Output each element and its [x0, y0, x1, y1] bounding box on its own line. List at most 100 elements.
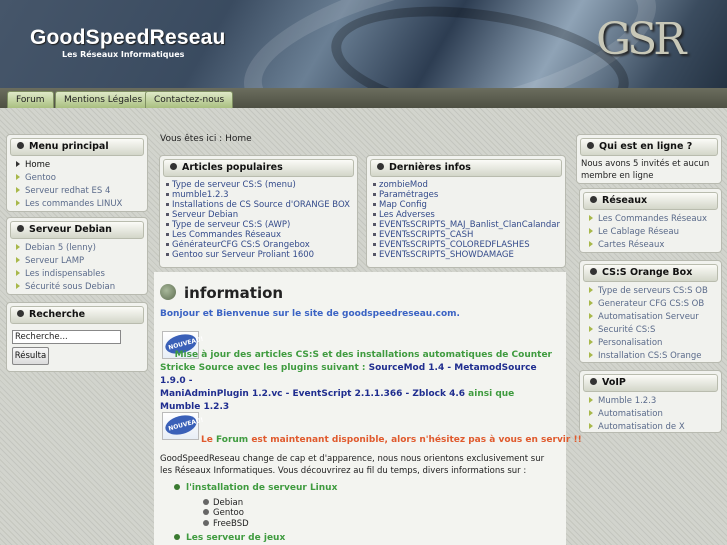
menu-item-debian-lenny[interactable]: Debian 5 (lenny) — [13, 242, 141, 255]
arrow-icon — [589, 410, 593, 416]
forum-announcement: Le Forum est maintenant disponible, alor… — [201, 435, 582, 445]
subheading-label: l'installation de serveur Linux — [186, 483, 338, 493]
module-title: Dernières infos — [389, 162, 471, 173]
os-label: FreeBSD — [213, 519, 249, 529]
module-header: Articles populaires — [163, 159, 354, 177]
article-link[interactable]: mumble1.2.3 — [165, 190, 352, 200]
news-link[interactable]: EVENTsSCRIPTS_SHOWDAMAGE — [372, 250, 560, 260]
welcome-text: Bonjour et Bienvenue sur le site de good… — [160, 309, 460, 319]
menu-item-redhat[interactable]: Serveur redhat ES 4 — [13, 185, 141, 198]
article-link-label: Type de serveur CS:S (menu) — [172, 180, 296, 190]
bullet-icon — [166, 242, 169, 246]
menu-item-cablage-reseau[interactable]: Le Cablage Réseau — [586, 226, 715, 239]
menu-item-label: Mumble 1.2.3 — [598, 396, 657, 406]
bullet-icon — [373, 212, 376, 216]
news-link[interactable]: EVENTsSCRIPTS_CASH — [372, 230, 560, 240]
menu-item-indispensables[interactable]: Les indispensables — [13, 268, 141, 281]
article-link-label: Gentoo sur Serveur Proliant 1600 — [172, 250, 315, 260]
article-link[interactable]: GénérateurCFG CS:S Orangebox — [165, 240, 352, 250]
menu-item-label: Securité CS:S — [598, 325, 656, 335]
module-title: CS:S Orange Box — [602, 267, 693, 278]
update-plugins-link[interactable]: ManiAdminPlugin 1.2.vc - EventScript 2.1… — [160, 389, 465, 399]
article-link[interactable]: Gentoo sur Serveur Proliant 1600 — [165, 250, 352, 260]
os-label: Debian — [213, 498, 244, 508]
menu-item-cartes-reseaux[interactable]: Cartes Réseaux — [586, 239, 715, 252]
menu-item-automatisation-x[interactable]: Automatisation de X — [586, 421, 715, 434]
menu-item-label: Home — [25, 160, 51, 170]
site-title[interactable]: GoodSpeedReseau — [30, 26, 226, 50]
menu-item-label: Automatisation Serveur — [598, 312, 699, 322]
menu-item-automatisation[interactable]: Automatisation — [586, 408, 715, 421]
arrow-icon — [589, 352, 593, 358]
article-link[interactable]: Les Commandes Réseaux — [165, 230, 352, 240]
green-ball-icon — [174, 534, 180, 540]
menu-item-label: Sécurité sous Debian — [25, 282, 116, 292]
menu-item-commandes-reseaux[interactable]: Les Commandes Réseaux — [586, 213, 715, 226]
subheading-linux-install[interactable]: l'installation de serveur Linux — [174, 483, 337, 493]
subheading-game-servers[interactable]: Les serveur de jeux — [174, 533, 285, 543]
bullet-icon — [590, 378, 597, 385]
nav-tab-mentions-legales[interactable]: Mentions Légales — [55, 91, 152, 108]
bullet-icon — [373, 252, 376, 256]
bullet-icon — [17, 225, 24, 232]
css-orange-box-module: CS:S Orange Box Type de serveurs CS:S OB… — [579, 260, 722, 363]
menu-item-personalisation[interactable]: Personalisation — [586, 337, 715, 350]
bullet-icon — [166, 192, 169, 196]
news-link[interactable]: Les Adverses — [372, 210, 560, 220]
menu-item-securite-css[interactable]: Securité CS:S — [586, 324, 715, 337]
nav-tab-forum[interactable]: Forum — [7, 91, 54, 108]
arrow-icon — [589, 300, 593, 306]
forum-link[interactable]: Forum — [216, 435, 248, 445]
module-header: Réseaux — [583, 192, 718, 210]
menu-item-generateur-cfg[interactable]: Generateur CFG CS:S OB — [586, 298, 715, 311]
menu-item-automatisation-serveur[interactable]: Automatisation Serveur — [586, 311, 715, 324]
arrow-icon — [589, 215, 593, 221]
bullet-icon — [170, 163, 177, 170]
bullet-icon — [373, 232, 376, 236]
article-link[interactable]: Serveur Debian — [165, 210, 352, 220]
menu-item-securite-debian[interactable]: Sécurité sous Debian — [13, 281, 141, 294]
bullet-icon — [166, 212, 169, 216]
info-ball-icon — [160, 284, 176, 300]
update-mumble-link[interactable]: Mumble 1.2.3 — [160, 402, 229, 412]
reseaux-module: Réseaux Les Commandes Réseaux Le Cablage… — [579, 188, 722, 253]
menu-item-label: Serveur LAMP — [25, 256, 85, 266]
menu-item-installation-css[interactable]: Installation CS:S Orange — [586, 350, 715, 363]
news-link[interactable]: EVENTsSCRIPTS_MAJ_Banlist_ClanCalandar — [372, 220, 560, 230]
article-link[interactable]: Installations de CS Source d'ORANGE BOX — [165, 200, 352, 210]
nav-tab-contact[interactable]: Contactez-nous — [145, 91, 234, 108]
bullet-icon — [373, 182, 376, 186]
menu-item-linux-commands[interactable]: Les commandes LINUX — [13, 198, 141, 211]
os-label: Gentoo — [213, 508, 244, 518]
menu-item-gentoo[interactable]: Gentoo — [13, 172, 141, 185]
module-header: Serveur Debian — [10, 221, 144, 239]
breadcrumb: Vous êtes ici : Home — [160, 134, 252, 144]
arrow-icon — [16, 200, 20, 206]
article-link-label: Type de serveur CS:S (AWP) — [172, 220, 291, 230]
news-link[interactable]: zombieMod — [372, 180, 560, 190]
search-input[interactable] — [12, 330, 121, 344]
green-ball-icon — [174, 484, 180, 490]
bullet-icon — [17, 142, 24, 149]
menu-item-serveur-lamp[interactable]: Serveur LAMP — [13, 255, 141, 268]
news-link[interactable]: EVENTsSCRIPTS_COLOREDFLASHES — [372, 240, 560, 250]
intro-paragraph: GoodSpeedReseau change de cap et d'appar… — [160, 454, 545, 476]
module-header: Qui est en ligne ? — [580, 138, 718, 156]
arrow-icon — [589, 287, 593, 293]
article-link[interactable]: Type de serveur CS:S (menu) — [165, 180, 352, 190]
module-title: Menu principal — [29, 141, 109, 152]
articles-populaires-module: Articles populaires Type de serveur CS:S… — [159, 155, 358, 268]
menu-item-label: Cartes Réseaux — [598, 240, 665, 250]
menu-item-type-serveurs[interactable]: Type de serveurs CS:S OB — [586, 285, 715, 298]
news-link[interactable]: Paramétrages — [372, 190, 560, 200]
bullet-icon — [166, 252, 169, 256]
news-link[interactable]: Map Config — [372, 200, 560, 210]
module-header: Menu principal — [10, 138, 144, 156]
menu-item-mumble[interactable]: Mumble 1.2.3 — [586, 395, 715, 408]
article-link[interactable]: Type de serveur CS:S (AWP) — [165, 220, 352, 230]
menu-item-home[interactable]: Home — [13, 159, 141, 172]
update-text-line2: Stricke Source avec les plugins suivant … — [160, 362, 552, 388]
arrow-icon — [589, 228, 593, 234]
arrow-icon — [16, 161, 20, 167]
search-button[interactable]: Résulta — [12, 347, 49, 365]
